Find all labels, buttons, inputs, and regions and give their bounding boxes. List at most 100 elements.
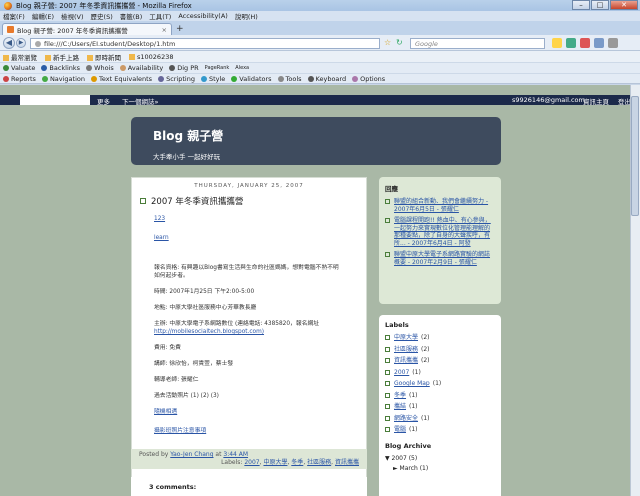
bullet-square-icon <box>385 415 390 421</box>
menu-bookmarks[interactable]: 書籤(B) <box>120 11 143 21</box>
keyboard-menu[interactable]: Keyboard <box>307 75 346 83</box>
menu-history[interactable]: 歷史(S) <box>91 11 113 21</box>
home-icon[interactable] <box>594 38 604 48</box>
recent-item[interactable]: 聯盟的組合新動、我們會繼續努力 - 2007年6月5日 - 張耀仁 <box>385 198 495 213</box>
globe-icon <box>35 41 41 47</box>
availability-button[interactable]: Availability <box>119 64 164 72</box>
registration-url-link[interactable]: http://mobilesocialtech.blogspot.com) <box>154 329 264 335</box>
text-equivalents-menu[interactable]: Text Equivalents <box>91 75 152 83</box>
label-community[interactable]: 社區服務 <box>307 459 331 466</box>
link-123[interactable]: 123 <box>154 216 165 222</box>
post-time-link[interactable]: 3:44 AM <box>223 451 248 458</box>
label-cycu[interactable]: 中原大學 <box>263 459 287 466</box>
bookmark-news[interactable]: 即時新聞 <box>87 52 121 62</box>
label-link[interactable]: 2007 <box>394 369 409 377</box>
backlinks-button[interactable]: Backlinks <box>41 64 80 72</box>
archive-year-toggle[interactable]: ▼ 2007 (5) <box>385 455 495 462</box>
report-icon <box>3 75 9 82</box>
recent-link[interactable]: 電腦課程開跑!! 熱血中、有心參與，一起努力來實現數位化管理能理解的那種要點，除… <box>394 217 495 247</box>
blogger-logo[interactable] <box>20 95 90 105</box>
print-icon[interactable] <box>608 38 618 48</box>
dashboard-link[interactable]: 資訊主頁 <box>583 96 609 106</box>
recent-item[interactable]: 電腦課程開跑!! 熱血中、有心參與，一起努力來實現數位化管理能理解的那種要點，除… <box>385 217 495 247</box>
organizer-text: 主辦: 中原大學電子系網路數位 (連絡電話: 4385820，報名網址 <box>154 321 320 327</box>
post-body: 123 learn 報名資格: 有興趣以Blog書寫生活與生命的社區媽媽，想對電… <box>132 215 366 435</box>
menu-file[interactable]: 檔案(F) <box>3 11 25 21</box>
blog-title[interactable]: Blog 親子營 <box>153 127 479 144</box>
stop-icon[interactable] <box>580 38 590 48</box>
label-link[interactable]: 攜結 <box>394 403 406 411</box>
whois-button[interactable]: Whois <box>86 64 114 72</box>
label-winter[interactable]: 冬季 <box>291 459 303 466</box>
post-title-text: 2007 年冬季資訊攜攜營 <box>151 197 244 207</box>
blog-header: Blog 親子營 大手牽小手 一起好好玩 <box>131 117 501 165</box>
toolbar-label: Availability <box>127 64 164 72</box>
recent-link[interactable]: 聯盟中原大學電子系網路實驗的網誌概要 - 2007年2月9日 - 張耀仁 <box>394 251 495 266</box>
link-random[interactable]: 隨機相遇 <box>154 409 177 415</box>
smiley-icon[interactable] <box>552 38 562 48</box>
scrollbar-thumb[interactable] <box>631 96 639 216</box>
more-link[interactable]: 更多 <box>97 96 110 106</box>
archive-month-toggle[interactable]: ► March (1) <box>385 465 495 472</box>
tab-active[interactable]: Blog 親子營: 2007 年冬季資訊攜攜營 × <box>2 23 172 35</box>
bookmark-getting-started[interactable]: 新手上路 <box>45 52 79 62</box>
label-count: (1) <box>409 403 418 410</box>
firefox-icon <box>4 1 12 10</box>
bookmark-label: s10026238 <box>137 52 174 61</box>
addon-icon[interactable] <box>566 38 576 48</box>
recent-item[interactable]: 聯盟中原大學電子系網路實驗的網誌概要 - 2007年2月9日 - 張耀仁 <box>385 251 495 266</box>
options-menu[interactable]: Options <box>352 75 385 83</box>
digpr-button[interactable]: Dig PR <box>169 64 199 72</box>
toolbar-label: Valuate <box>11 64 36 72</box>
label-link[interactable]: 社區服務 <box>394 346 418 354</box>
url-input[interactable]: file:///C:/Users/EI.student/Desktop/1.ht… <box>30 38 380 49</box>
navigation-menu[interactable]: Navigation <box>41 75 85 83</box>
bookmark-s10026238[interactable]: s10026238 <box>129 53 173 61</box>
valuate-button[interactable]: Valuate <box>3 64 35 72</box>
back-arrow-icon[interactable]: ◀ <box>3 37 15 49</box>
menu-tools[interactable]: 工具(T) <box>149 11 171 21</box>
tools-menu[interactable]: Tools <box>277 75 302 83</box>
label-link[interactable]: 中原大學 <box>394 334 418 342</box>
link-photo-notes[interactable]: 攝影班照片注意事項 <box>154 428 206 434</box>
minimize-button[interactable]: – <box>572 0 590 10</box>
recent-link[interactable]: 聯盟的組合新動、我們會繼續努力 - 2007年6月5日 - 張耀仁 <box>394 198 495 213</box>
label-2007[interactable]: 2007 <box>244 459 259 466</box>
scripting-menu[interactable]: Scripting <box>158 75 195 83</box>
style-icon <box>200 75 207 82</box>
label-item: 攜結 (1) <box>385 403 495 411</box>
label-link[interactable]: Google Map <box>394 380 430 388</box>
reports-menu[interactable]: Reports <box>3 75 36 83</box>
star-icon[interactable]: ☆ <box>384 38 391 47</box>
label-item: 冬季 (1) <box>385 392 495 400</box>
close-button[interactable]: ✕ <box>610 0 638 10</box>
style-menu[interactable]: Style <box>200 75 225 83</box>
toolbar-icons <box>552 38 622 48</box>
forward-arrow-icon[interactable]: ▶ <box>16 38 26 48</box>
link-learn[interactable]: learn <box>154 235 169 241</box>
new-tab-button[interactable]: + <box>176 24 184 34</box>
label-count: (2) <box>421 345 430 353</box>
next-blog-link[interactable]: 下一個網誌» <box>122 96 158 106</box>
label-link[interactable]: 資訊攜攜 <box>394 357 418 365</box>
label-link[interactable]: 冬季 <box>394 392 406 400</box>
menu-accessibility[interactable]: Accessibility(A) <box>178 12 228 20</box>
label-link[interactable]: 電腦 <box>394 426 406 434</box>
label-count: (1) <box>412 368 421 376</box>
reload-icon[interactable]: ↻ <box>396 38 403 47</box>
toolbar-label: Whois <box>94 64 114 72</box>
maximize-button[interactable]: □ <box>591 0 609 10</box>
label-info[interactable]: 資訊攜攜 <box>335 459 359 466</box>
menu-help[interactable]: 說明(H) <box>235 11 258 21</box>
validators-menu[interactable]: Validators <box>231 75 272 83</box>
search-input[interactable]: Google <box>410 38 545 49</box>
menu-view[interactable]: 檢視(V) <box>61 11 84 21</box>
toolbar-label: Backlinks <box>49 64 81 72</box>
bookmark-most-visited[interactable]: 最常瀏覽 <box>3 52 37 62</box>
author-link[interactable]: Yao-Jen Chang <box>170 451 213 458</box>
label-link[interactable]: 網路安全 <box>394 415 418 423</box>
tab-close-icon[interactable]: × <box>162 26 167 34</box>
user-email: s9926146@gmail.com <box>512 96 585 104</box>
bullet-square-icon <box>385 252 390 257</box>
menu-edit[interactable]: 編輯(E) <box>32 11 54 21</box>
